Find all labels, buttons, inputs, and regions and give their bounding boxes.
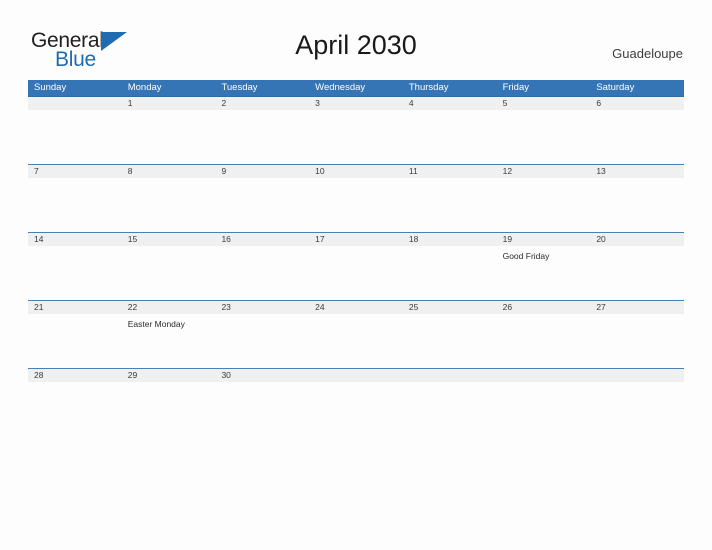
day-cell[interactable]: 3: [309, 97, 403, 164]
day-cell[interactable]: 24: [309, 301, 403, 368]
day-number: 3: [315, 98, 320, 108]
week-row: 14 15 16 17 18 19 Good Friday 20: [28, 232, 684, 300]
day-cell[interactable]: 23: [215, 301, 309, 368]
weekday-header-friday: Friday: [502, 82, 529, 93]
day-cell[interactable]: 18: [403, 233, 497, 300]
weekday-header-tuesday: Tuesday: [221, 82, 258, 93]
weekday-header-sunday: Sunday: [34, 82, 67, 93]
day-cell[interactable]: [497, 369, 591, 382]
day-cell[interactable]: 2: [215, 97, 309, 164]
day-cell[interactable]: 13: [590, 165, 684, 232]
day-cell[interactable]: 6: [590, 97, 684, 164]
day-cell[interactable]: 11: [403, 165, 497, 232]
weekday-header-saturday: Saturday: [596, 82, 635, 93]
day-event-label: Good Friday: [502, 251, 550, 261]
weekday-header-wednesday: Wednesday: [315, 82, 366, 93]
day-cell[interactable]: [28, 97, 122, 164]
day-cell[interactable]: 4: [403, 97, 497, 164]
day-number: 7: [34, 166, 39, 176]
day-number: 23: [221, 302, 231, 312]
page-header: General Blue April 2030 Guadeloupe: [0, 0, 712, 80]
weekday-header-monday: Monday: [127, 82, 162, 93]
day-number: 13: [596, 166, 606, 176]
week-row: 1 2 3 4 5 6: [28, 96, 684, 164]
day-cell[interactable]: 1: [122, 97, 216, 164]
day-number: 1: [127, 98, 133, 108]
day-number: 29: [127, 370, 138, 380]
day-number: 25: [408, 302, 419, 312]
day-cell[interactable]: 7: [28, 165, 122, 232]
day-cell[interactable]: 14: [28, 233, 122, 300]
day-number: 18: [408, 234, 419, 244]
day-number: 8: [127, 166, 133, 176]
day-cell[interactable]: [403, 369, 497, 382]
week-row: 28 29 30: [28, 368, 684, 382]
day-cell[interactable]: 5: [497, 97, 591, 164]
location-label: Guadeloupe: [612, 46, 683, 61]
day-cell[interactable]: 25: [403, 301, 497, 368]
page-title: April 2030: [295, 30, 417, 60]
day-cell[interactable]: 30: [215, 369, 309, 382]
day-cell-event[interactable]: 22 Easter Monday: [122, 301, 216, 368]
weekday-header-row: Sunday Monday Tuesday Wednesday Thursday…: [28, 80, 684, 96]
day-number: 19: [502, 234, 513, 244]
day-number: 14: [34, 234, 44, 244]
day-cell[interactable]: 16: [215, 233, 309, 300]
day-cell[interactable]: 17: [309, 233, 403, 300]
day-number: 17: [315, 234, 325, 244]
day-number: 9: [221, 166, 227, 176]
day-number: 12: [502, 166, 513, 176]
week-row: 7 8 9 10 11 12 13: [28, 164, 684, 232]
day-cell[interactable]: [309, 369, 403, 382]
day-cell[interactable]: 8: [122, 165, 216, 232]
week-row: 21 22 Easter Monday 23 24 25 26 27: [28, 300, 684, 368]
day-event-label: Easter Monday: [127, 319, 185, 329]
day-number: 11: [408, 166, 418, 176]
day-cell[interactable]: 29: [122, 369, 216, 382]
calendar-grid: Sunday Monday Tuesday Wednesday Thursday…: [28, 80, 684, 382]
day-number: 5: [502, 98, 508, 108]
day-number: 20: [596, 234, 606, 244]
day-cell[interactable]: 28: [28, 369, 122, 382]
day-number: 4: [408, 98, 414, 108]
calendar-page: General Blue April 2030 Guadeloupe Sunda…: [0, 0, 712, 550]
day-cell[interactable]: 20: [590, 233, 684, 300]
day-number: 15: [127, 234, 138, 244]
day-number: 22: [127, 302, 138, 312]
day-number: 30: [221, 370, 231, 380]
day-number: 28: [34, 370, 44, 380]
day-number: 27: [596, 302, 606, 312]
day-cell[interactable]: 27: [590, 301, 684, 368]
day-cell[interactable]: 15: [122, 233, 216, 300]
day-number: 24: [315, 302, 325, 312]
day-cell[interactable]: 9: [215, 165, 309, 232]
day-number: 2: [221, 98, 227, 108]
weekday-header-thursday: Thursday: [408, 82, 449, 93]
day-cell[interactable]: 26: [497, 301, 591, 368]
day-number: 26: [502, 302, 513, 312]
day-number: 10: [315, 166, 325, 176]
day-cell-event[interactable]: 19 Good Friday: [497, 233, 591, 300]
day-number: 16: [221, 234, 231, 244]
day-number: 6: [596, 98, 602, 108]
day-cell[interactable]: 10: [309, 165, 403, 232]
day-cell[interactable]: 21: [28, 301, 122, 368]
day-number: 21: [34, 302, 44, 312]
day-cell[interactable]: [590, 369, 684, 382]
day-cell[interactable]: 12: [497, 165, 591, 232]
